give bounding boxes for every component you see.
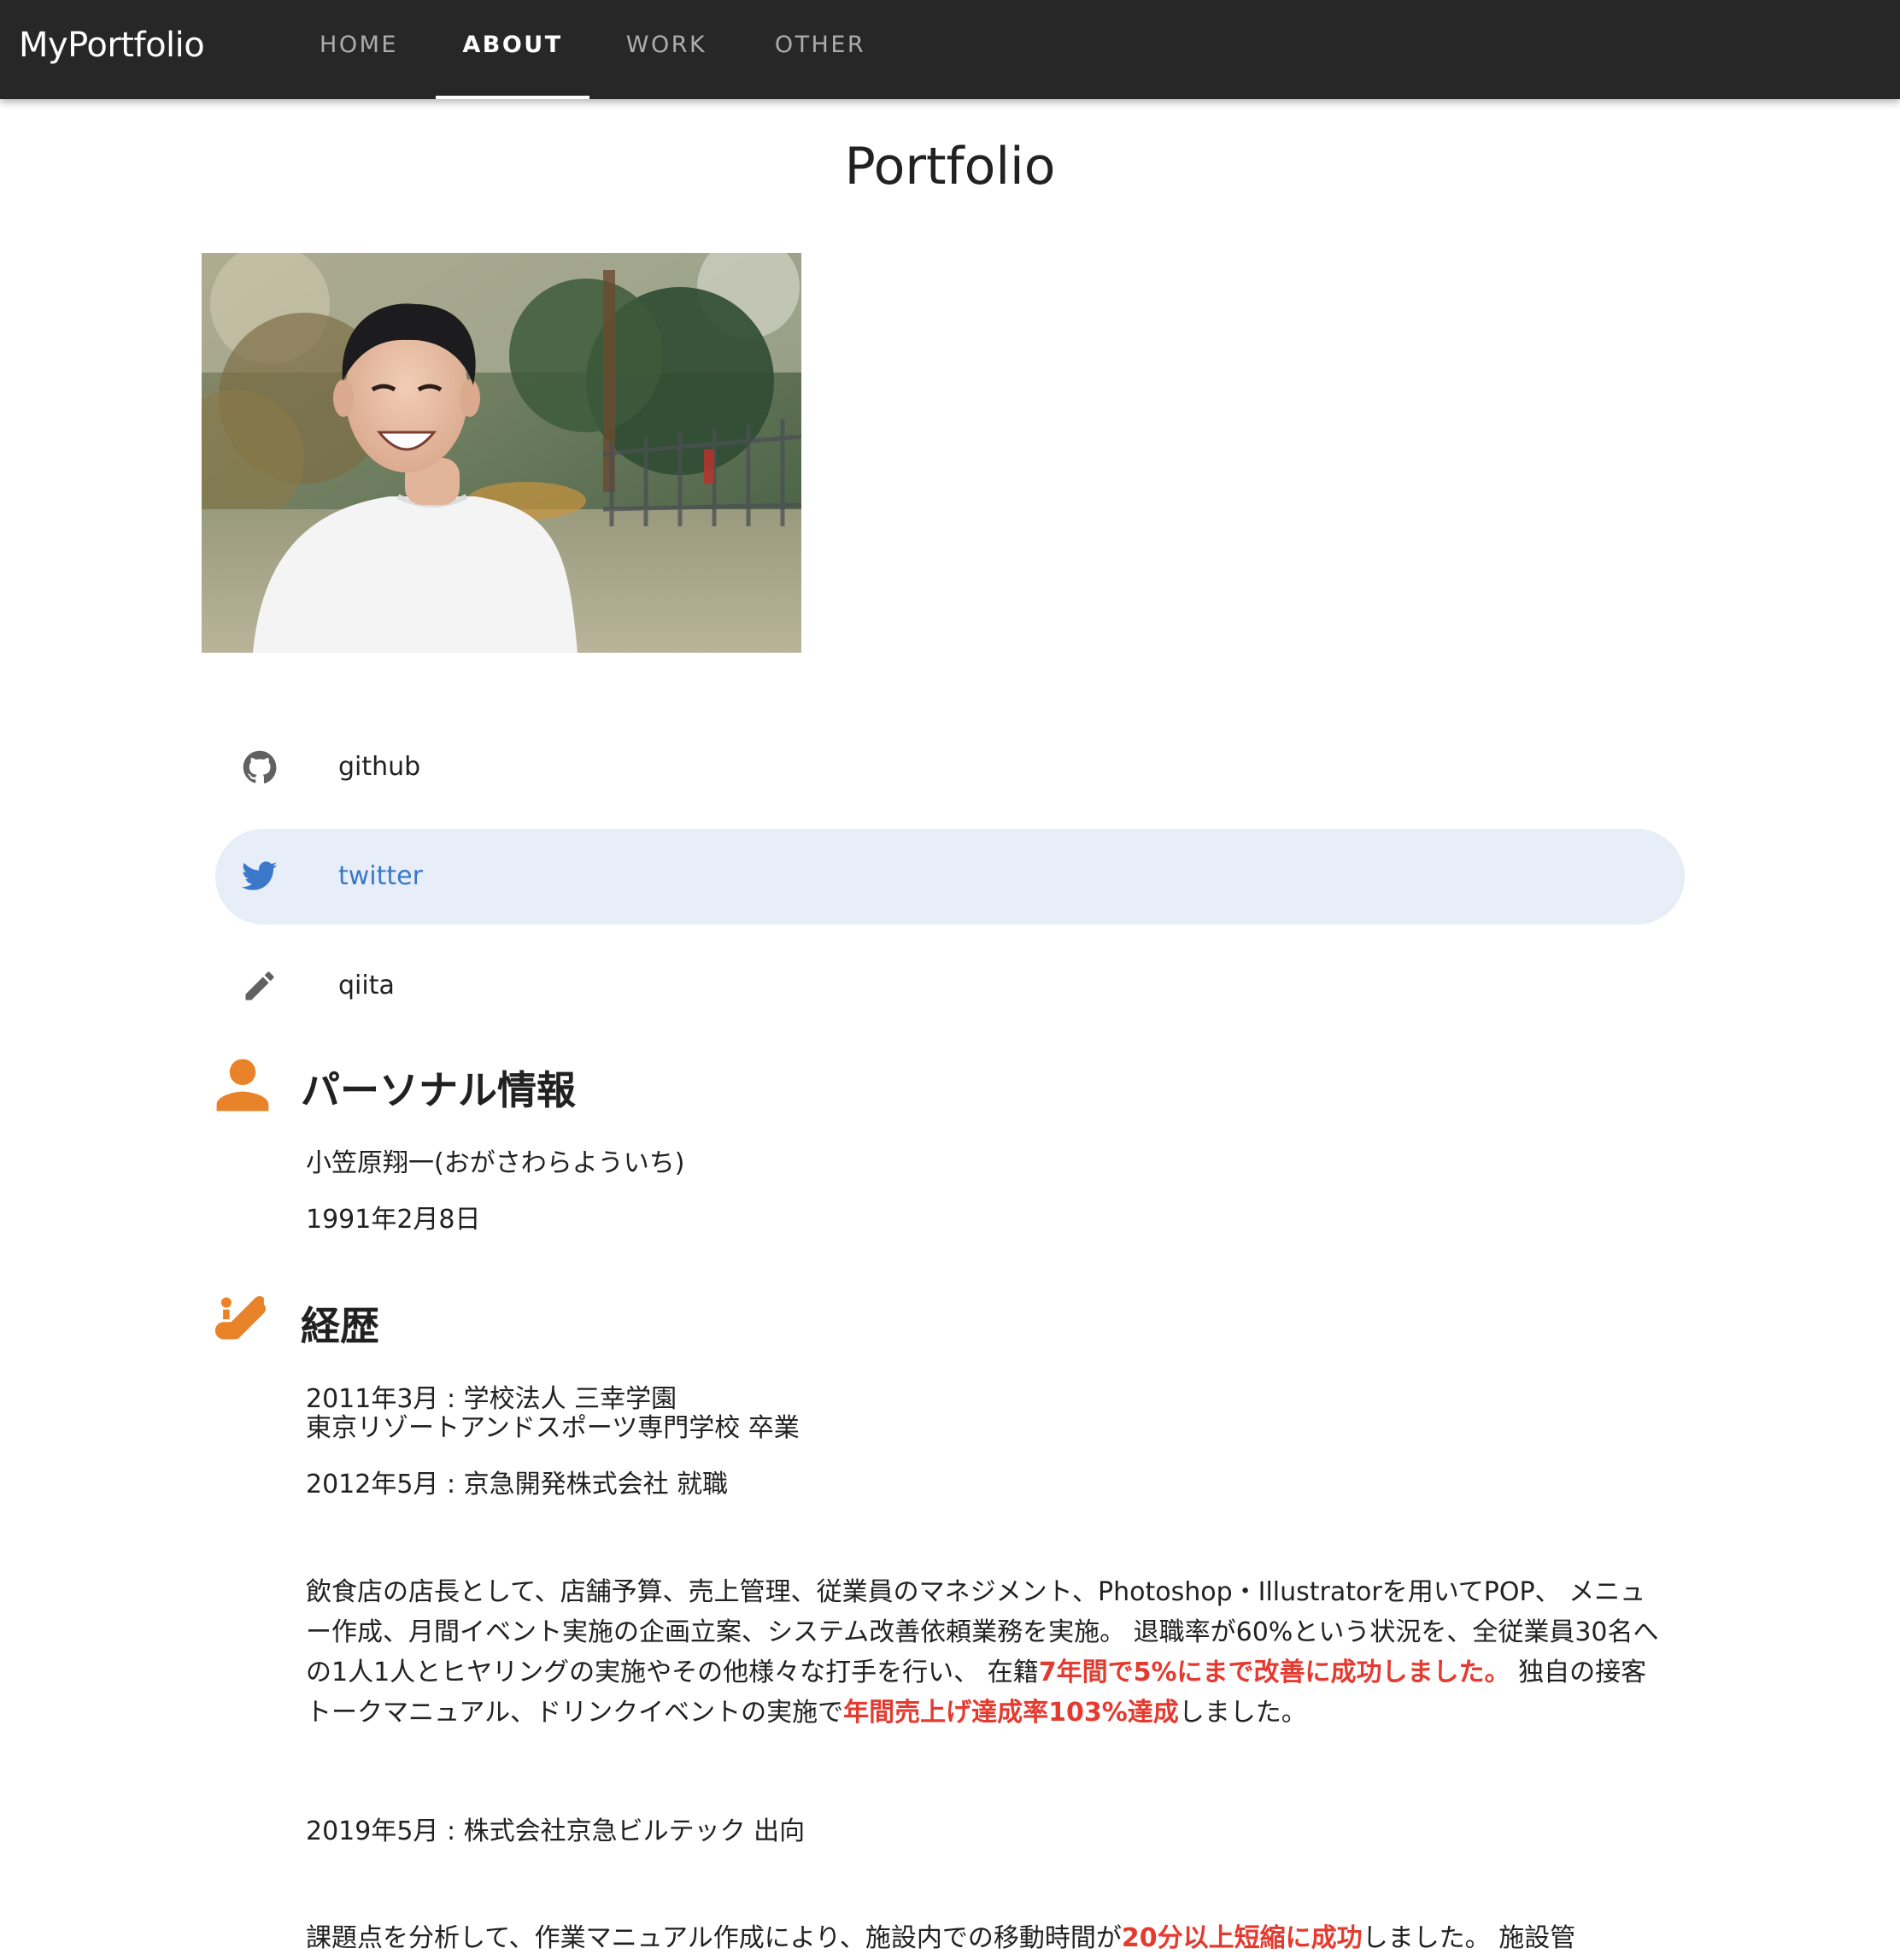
career-description-2: 課題点を分析して、作業マニュアル作成により、施設内での移動時間が20分以上短縮に… (306, 1918, 1664, 1958)
career-desc1-highlight1: 7年間で5%にまで改善に成功しました。 (1038, 1658, 1510, 1687)
career-entry-biltec: 2019年5月 : 株式会社京急ビルテック 出向 (306, 1816, 806, 1846)
link-twitter[interactable]: twitter (215, 829, 1685, 924)
escalator-icon (214, 1295, 267, 1340)
career-desc1-text3: しました。 (1178, 1698, 1307, 1728)
profile-name: 小笠原翔一(おがさわらよういち) (306, 1148, 685, 1178)
profile-photo (202, 253, 801, 653)
app-bar: MyPortfolio HOME ABOUT WORK OTHER (0, 0, 1900, 99)
career-entry-school-line1: 2011年3月 : 学校法人 三幸学園 (306, 1384, 677, 1414)
github-icon (243, 750, 277, 783)
career-entry-keikyu-kaihatsu: 2012年5月 : 京急開発株式会社 就職 (306, 1470, 729, 1499)
tab-work[interactable]: WORK (589, 0, 743, 99)
brand-title[interactable]: MyPortfolio (19, 0, 205, 91)
page-title: Portfolio (844, 137, 1056, 197)
profile-birthday: 1991年2月8日 (306, 1205, 481, 1235)
pencil-icon (245, 971, 274, 1001)
twitter-icon (241, 861, 278, 890)
link-github[interactable]: github (215, 719, 1685, 815)
career-desc1-highlight2: 年間売上げ達成率103%達成 (843, 1698, 1179, 1728)
link-label-twitter: twitter (338, 861, 423, 891)
career-desc2-text1: 課題点を分析して、作業マニュアル作成により、施設内での移動時間が (306, 1923, 1122, 1953)
career-heading: 経歴 (301, 1303, 379, 1349)
career-desc2-highlight1: 20分以上短縮に成功 (1121, 1923, 1363, 1953)
personal-heading: パーソナル情報 (301, 1067, 576, 1113)
tab-home[interactable]: HOME (282, 0, 436, 99)
link-label-github: github (338, 752, 421, 782)
tab-other[interactable]: OTHER (743, 0, 897, 99)
career-description-1: 飲食店の店長として、店舗予算、売上管理、従業員のマネジメント、Photoshop… (306, 1572, 1664, 1733)
link-qiita[interactable]: qiita (215, 938, 1685, 1034)
career-entry-school-line2: 東京リゾートアンドスポーツ専門学校 卒業 (306, 1413, 800, 1443)
tab-about[interactable]: ABOUT (436, 0, 589, 99)
person-icon (216, 1059, 269, 1112)
career-desc2-text2: しました。 施設管 (1362, 1923, 1576, 1953)
link-label-qiita: qiita (338, 971, 395, 1001)
